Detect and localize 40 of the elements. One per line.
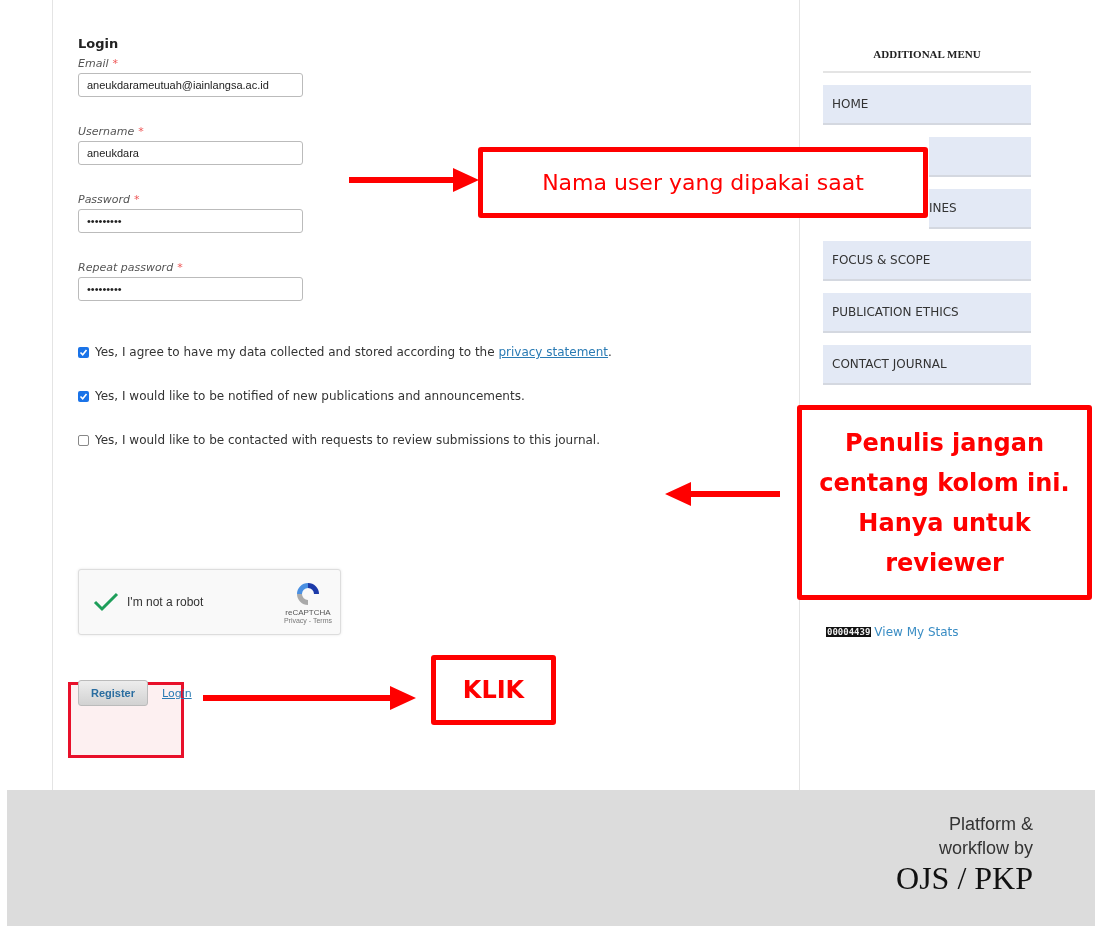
callout-text: centang kolom ini. (819, 467, 1070, 499)
input-field[interactable]: ••••••••• (78, 277, 303, 301)
menu-item[interactable]: INES (929, 189, 1031, 229)
menu-item[interactable]: HOME (823, 85, 1031, 125)
field-label: Repeat password (78, 261, 174, 274)
form-title: Login (78, 36, 120, 51)
menu-item[interactable]: PUBLICATION ETHICS (823, 293, 1031, 333)
visit-counter: 00004439 (826, 627, 872, 637)
footer-logo[interactable]: OJS / PKP (896, 860, 1033, 896)
field-label: Password (78, 193, 131, 206)
consent-text: Yes, I would like to be notified of new publications and announcements. (95, 389, 525, 403)
callout-text: Penulis jangan (844, 427, 1045, 459)
field-label: Username (78, 125, 135, 138)
register-button[interactable]: Register (78, 680, 148, 706)
input-field[interactable]: aneukdarameutuah@iainlangsa.ac.id (78, 73, 303, 97)
required-mark: * (138, 125, 144, 138)
stats-link[interactable]: View My Stats (874, 625, 959, 639)
field-label: Email (78, 57, 109, 70)
required-mark: * (177, 261, 183, 274)
check-icon[interactable] (93, 592, 119, 612)
callout-text: reviewer (885, 547, 1004, 579)
sidebar-title: ADDITIONAL MENU (823, 48, 1031, 73)
checkbox[interactable] (78, 390, 89, 402)
input-field[interactable]: aneukdara (78, 141, 303, 165)
footer-text: workflow by (938, 837, 1033, 860)
checkbox[interactable] (78, 434, 89, 446)
menu-item[interactable]: CONTACT JOURNAL (823, 345, 1031, 385)
checkbox[interactable] (78, 346, 89, 358)
consent-text: Yes, I agree to have my data collected and stored according to the privacy statement. (95, 345, 612, 359)
footer-text: Platform & (948, 813, 1033, 836)
callout-text: Hanya untuk (858, 507, 1031, 539)
menu-item[interactable]: FOCUS & SCOPE (823, 241, 1031, 281)
consent-text: Yes, I would like to be contacted with requests to review submissions to this journal. (95, 433, 600, 447)
required-mark: * (112, 57, 119, 70)
required-mark: * (134, 193, 140, 206)
input-field[interactable]: ••••••••• (78, 209, 303, 233)
captcha-label: I'm not a robot (127, 595, 205, 609)
captcha-brand: reCAPTCHA (285, 608, 331, 617)
callout-text: Nama user yang dipakai saat (542, 168, 864, 197)
callout-text: KLIK (462, 675, 525, 706)
